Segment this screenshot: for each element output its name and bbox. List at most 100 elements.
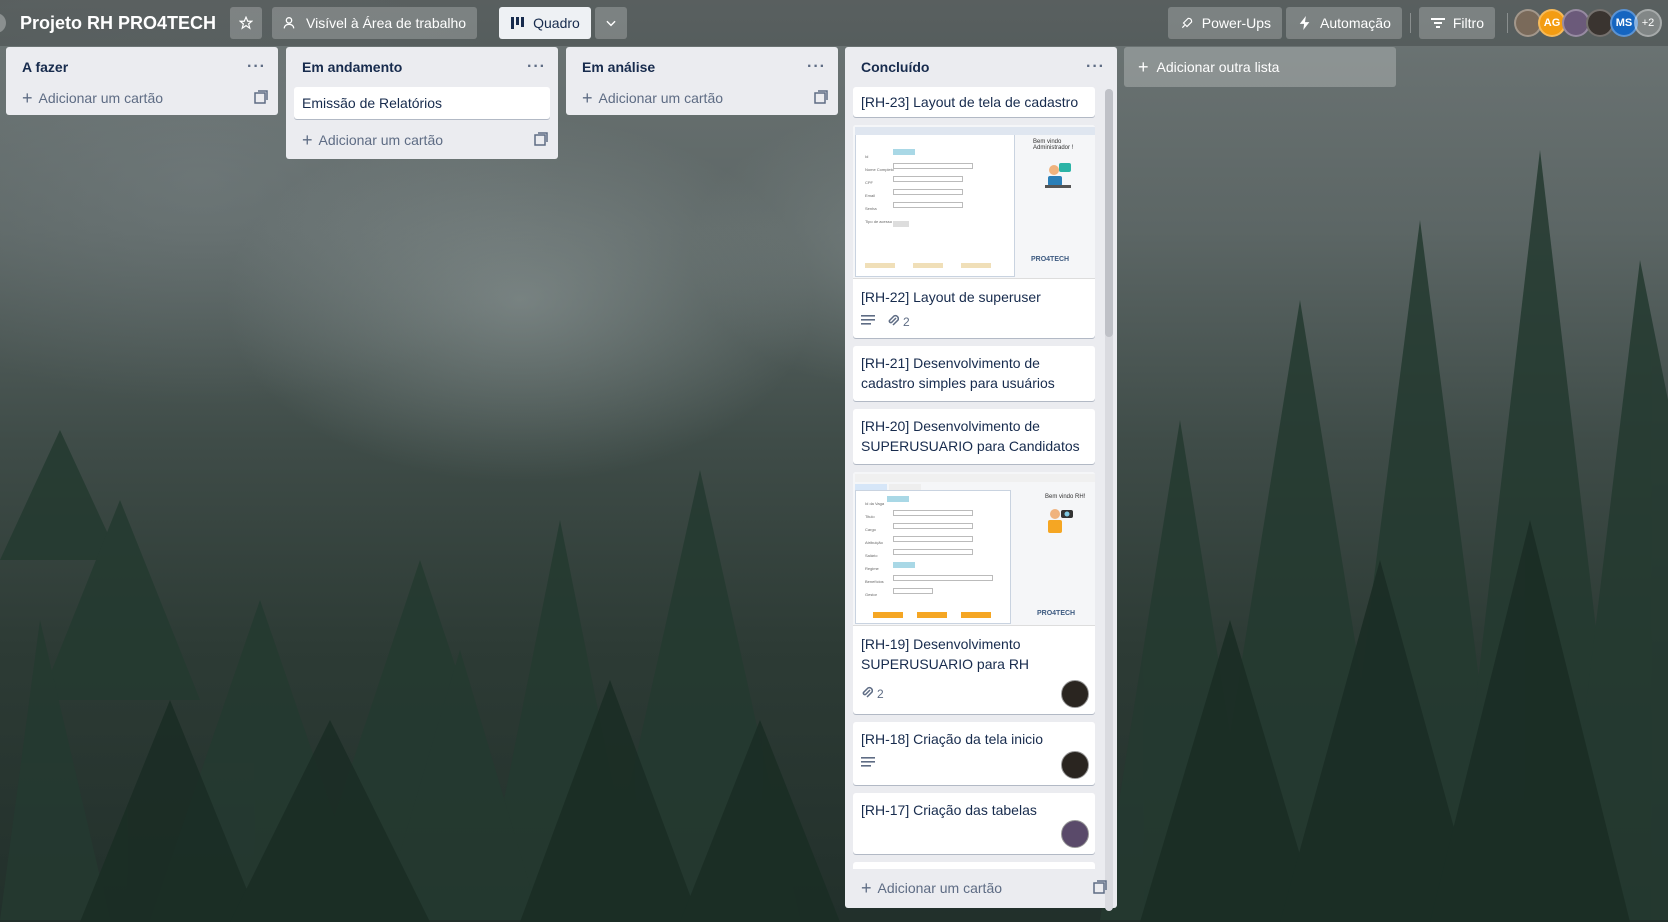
members-icon: [283, 15, 299, 31]
sidebar-toggle[interactable]: [0, 13, 6, 33]
add-card-button[interactable]: + Adicionar um cartão: [861, 879, 1002, 897]
card-title: [RH-21] Desenvolvimento de cadastro simp…: [861, 355, 1055, 391]
card-title: [RH-17] Criação das tabelas: [861, 802, 1037, 818]
paperclip-icon: [861, 685, 874, 702]
add-card-label: Adicionar um cartão: [598, 90, 724, 106]
star-button[interactable]: [230, 7, 263, 39]
add-card-button[interactable]: + Adicionar um cartão: [582, 89, 723, 107]
template-icon[interactable]: [814, 89, 828, 107]
list-menu-button[interactable]: ···: [527, 58, 546, 76]
list-concluido: Concluído ··· [RH-23] Layout de tela de …: [845, 47, 1117, 911]
card-member-avatar[interactable]: [1061, 820, 1089, 848]
add-card-label: Adicionar um cartão: [38, 90, 164, 106]
card[interactable]: [RH-17] Criação das tabelas: [853, 793, 1095, 854]
recruiter-illustration: [1043, 504, 1077, 538]
support-agent-illustration: [1043, 161, 1073, 191]
filter-icon: [1430, 15, 1446, 31]
card[interactable]: [RH-23] Layout de tela de cadastro: [853, 87, 1095, 117]
filter-label: Filtro: [1452, 15, 1484, 31]
list-title[interactable]: Em análise: [582, 59, 655, 75]
add-card-button[interactable]: + Adicionar um cartão: [22, 89, 163, 107]
board-header: Projeto RH PRO4TECH Visível à Área de tr…: [0, 0, 1668, 46]
card-footer: [853, 751, 1095, 785]
card-list: [RH-23] Layout de tela de cadastro Bem v…: [845, 87, 1103, 869]
visibility-button[interactable]: Visível à Área de trabalho: [272, 7, 478, 39]
card-footer: [853, 820, 1095, 854]
card-title: [RH-23] Layout de tela de cadastro: [861, 94, 1079, 110]
card[interactable]: Bem vindo RH! Id da Vaga Titulo Cargo Atrib…: [853, 472, 1095, 714]
visibility-label: Visível à Área de trabalho: [306, 15, 467, 31]
list-title[interactable]: A fazer: [22, 59, 68, 75]
add-card-row: + Adicionar um cartão: [286, 121, 558, 159]
add-card-label: Adicionar um cartão: [877, 880, 1003, 896]
card-member-avatar[interactable]: [1061, 751, 1089, 779]
plus-icon: +: [861, 878, 872, 898]
list-em-analise: Em análise ··· + Adicionar um cartão: [566, 47, 838, 115]
card[interactable]: [RH-18] Criação da tela inicio: [853, 722, 1095, 785]
board-title[interactable]: Projeto RH PRO4TECH: [20, 13, 216, 34]
template-icon[interactable]: [254, 89, 268, 107]
list-em-andamento: Em andamento ··· Emissão de Relatórios +…: [286, 47, 558, 159]
attachments-badge: 2: [887, 313, 910, 330]
card-title: [RH-22] Layout de superuser: [861, 289, 1041, 305]
list-menu-button[interactable]: ···: [247, 58, 266, 76]
list-title[interactable]: Concluído: [861, 59, 929, 75]
powerups-label: Power-Ups: [1201, 15, 1272, 31]
list-a-fazer: A fazer ··· + Adicionar um cartão: [6, 47, 278, 115]
card-footer: 2: [853, 680, 1095, 714]
card[interactable]: [853, 862, 1095, 869]
board-icon: [510, 15, 526, 31]
template-icon[interactable]: [1093, 879, 1107, 897]
card[interactable]: [RH-20] Desenvolvimento de SUPERUSUARIO …: [853, 409, 1095, 464]
powerups-button[interactable]: Power-Ups: [1167, 7, 1283, 39]
view-label: Quadro: [533, 15, 580, 31]
template-icon[interactable]: [534, 131, 548, 149]
view-board-button[interactable]: Quadro: [499, 7, 591, 39]
list-menu-button[interactable]: ···: [1086, 58, 1105, 76]
attachments-count: 2: [877, 686, 884, 701]
list-scrollbar[interactable]: [1105, 89, 1113, 911]
plus-icon: +: [302, 130, 313, 150]
card-title: [RH-19] Desenvolvimento SUPERUSUARIO par…: [861, 636, 1030, 672]
background-forest-image: [0, 150, 1668, 922]
filter-button[interactable]: Filtro: [1418, 7, 1495, 39]
list-title[interactable]: Em andamento: [302, 59, 402, 75]
attachments-badge: 2: [861, 685, 884, 702]
add-card-row: + Adicionar um cartão: [566, 81, 838, 115]
card-member-avatar[interactable]: [1061, 680, 1089, 708]
add-card-label: Adicionar um cartão: [318, 132, 444, 148]
plus-icon: +: [582, 88, 593, 108]
more-members-button[interactable]: +2: [1634, 9, 1662, 37]
plus-icon: +: [1138, 57, 1149, 77]
paperclip-icon: [887, 313, 900, 330]
member-avatars: AG MS +2: [1514, 9, 1662, 37]
automation-button[interactable]: Automação: [1286, 7, 1402, 39]
card-title: [RH-20] Desenvolvimento de SUPERUSUARIO …: [861, 418, 1080, 454]
add-card-button[interactable]: + Adicionar um cartão: [302, 131, 443, 149]
header-divider: [1507, 13, 1508, 33]
card-cover-image: Bem vindo RH! Id da Vaga Titulo Cargo Atrib…: [853, 472, 1095, 626]
add-card-row: + Adicionar um cartão: [845, 870, 1117, 906]
card-title: Emissão de Relatórios: [302, 95, 443, 111]
rocket-icon: [1179, 15, 1195, 31]
add-list-button[interactable]: + Adicionar outra lista: [1124, 47, 1396, 87]
star-icon: [238, 15, 254, 31]
header-divider: [1409, 13, 1411, 33]
add-card-row: + Adicionar um cartão: [6, 81, 278, 115]
card[interactable]: [RH-21] Desenvolvimento de cadastro simp…: [853, 346, 1095, 401]
attachments-count: 2: [903, 314, 910, 329]
description-icon: [861, 755, 875, 771]
card-badges: 2: [853, 313, 1095, 338]
automation-label: Automação: [1320, 15, 1391, 31]
plus-icon: +: [22, 88, 33, 108]
scroll-thumb[interactable]: [1105, 89, 1113, 337]
card[interactable]: Bem vindo Administrador ! Id Nome Complet…: [853, 125, 1095, 338]
card[interactable]: Emissão de Relatórios: [294, 87, 550, 119]
description-icon: [861, 314, 875, 329]
lightning-icon: [1297, 15, 1313, 31]
view-switcher-button[interactable]: [594, 7, 627, 39]
add-list-label: Adicionar outra lista: [1156, 59, 1280, 75]
chevron-down-icon: [603, 15, 619, 31]
list-menu-button[interactable]: ···: [807, 58, 826, 76]
card-cover-image: Bem vindo Administrador ! Id Nome Complet…: [853, 125, 1095, 279]
